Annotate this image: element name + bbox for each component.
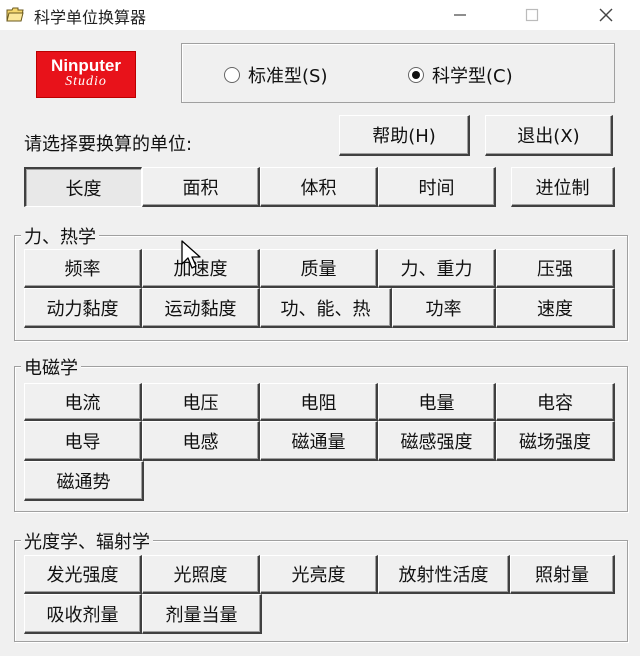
radio-scientific-label: 科学型(C) xyxy=(432,66,513,87)
btn-voltage[interactable]: 电压 xyxy=(142,383,260,421)
btn-conductance[interactable]: 电导 xyxy=(24,421,142,461)
btn-magnetomotive-force[interactable]: 磁通势 xyxy=(24,461,144,501)
tab-volume[interactable]: 体积 xyxy=(260,167,378,207)
group-optics-label: 光度学、辐射学 xyxy=(21,528,153,554)
btn-dose-equivalent[interactable]: 剂量当量 xyxy=(142,594,262,634)
radio-scientific[interactable]: 科学型(C) xyxy=(408,62,513,88)
btn-capacitance[interactable]: 电容 xyxy=(496,383,615,421)
close-icon xyxy=(599,8,613,22)
btn-magnetic-field-strength[interactable]: 磁场强度 xyxy=(496,421,615,461)
radio-standard-dot[interactable] xyxy=(224,67,240,83)
radio-standard-label: 标准型(S) xyxy=(248,66,328,87)
radio-scientific-dot[interactable] xyxy=(408,67,424,83)
btn-luminance[interactable]: 光亮度 xyxy=(260,555,378,594)
btn-current[interactable]: 电流 xyxy=(24,383,142,421)
tab-area[interactable]: 面积 xyxy=(142,167,260,207)
btn-speed[interactable]: 速度 xyxy=(496,288,615,328)
btn-exposure[interactable]: 照射量 xyxy=(510,555,615,594)
btn-force[interactable]: 力、重力 xyxy=(378,249,496,288)
title-bar: 科学单位换算器 xyxy=(0,0,640,31)
tab-time[interactable]: 时间 xyxy=(378,167,496,207)
maximize-button[interactable] xyxy=(510,0,554,30)
logo-line2: Studio xyxy=(65,74,107,89)
btn-magnetic-flux[interactable]: 磁通量 xyxy=(260,421,378,461)
btn-absorbed-dose[interactable]: 吸收剂量 xyxy=(24,594,142,634)
studio-logo: Ninputer Studio xyxy=(36,51,136,98)
btn-kinematic-viscosity[interactable]: 运动黏度 xyxy=(142,288,260,328)
btn-illuminance[interactable]: 光照度 xyxy=(142,555,260,594)
btn-pressure[interactable]: 压强 xyxy=(496,249,615,288)
btn-mass[interactable]: 质量 xyxy=(260,249,378,288)
minimize-icon xyxy=(454,14,466,16)
maximize-icon xyxy=(525,8,539,22)
btn-magnetic-induction[interactable]: 磁感强度 xyxy=(378,421,496,461)
exit-button[interactable]: 退出(X) xyxy=(485,115,613,156)
btn-frequency[interactable]: 频率 xyxy=(24,249,142,288)
mouse-cursor-icon xyxy=(181,240,201,269)
group-electromagnetism-label: 电磁学 xyxy=(21,354,81,380)
tab-length[interactable]: 长度 xyxy=(24,167,142,207)
radio-standard[interactable]: 标准型(S) xyxy=(224,62,327,88)
btn-energy[interactable]: 功、能、热 xyxy=(260,288,392,328)
btn-charge[interactable]: 电量 xyxy=(378,383,496,421)
tab-number-base[interactable]: 进位制 xyxy=(511,167,615,207)
btn-radioactivity[interactable]: 放射性活度 xyxy=(378,555,510,594)
close-button[interactable] xyxy=(584,0,628,30)
logo-line1: Ninputer xyxy=(51,56,121,75)
unit-prompt: 请选择要换算的单位: xyxy=(24,134,193,155)
window-title: 科学单位换算器 xyxy=(34,8,147,27)
group-mechanics-label: 力、热学 xyxy=(21,223,99,249)
btn-resistance[interactable]: 电阻 xyxy=(260,383,378,421)
minimize-button[interactable] xyxy=(438,0,482,30)
help-button[interactable]: 帮助(H) xyxy=(339,115,470,156)
btn-luminous-intensity[interactable]: 发光强度 xyxy=(24,555,142,594)
mode-group: 标准型(S) 科学型(C) xyxy=(181,43,615,103)
folder-icon xyxy=(6,7,24,22)
btn-power[interactable]: 功率 xyxy=(392,288,496,328)
btn-dynamic-viscosity[interactable]: 动力黏度 xyxy=(24,288,142,328)
btn-inductance[interactable]: 电感 xyxy=(142,421,260,461)
